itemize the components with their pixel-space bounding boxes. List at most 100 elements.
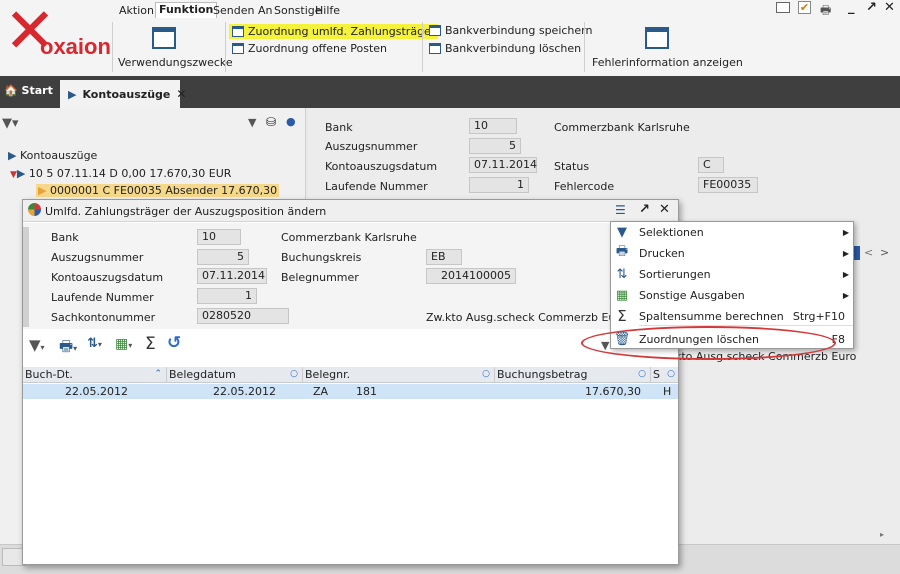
auszugsnummer-label: Auszugsnummer	[51, 251, 144, 264]
checklist-icon[interactable]: ✔	[798, 1, 811, 14]
belegnummer-field[interactable]: 2014100005	[426, 268, 516, 284]
sort-icon[interactable]: ○	[667, 367, 675, 382]
status-field[interactable]: C	[698, 157, 724, 173]
kontoauszugsdatum-label: Kontoauszugsdatum	[51, 271, 164, 284]
kontoauszugsdatum-field[interactable]: 07.11.2014	[197, 268, 267, 284]
zuordnung-offene-button[interactable]: Zuordnung offene Posten	[232, 42, 387, 55]
menu-item-sonstige-ausgaben[interactable]: ▦ Sonstige Ausgaben ▶	[611, 285, 853, 305]
laufende-nummer-label: Laufende Nummer	[51, 291, 154, 304]
refresh-icon[interactable]: ↺	[167, 333, 181, 353]
printer-icon[interactable]: 🖶▾	[59, 336, 77, 361]
filter-icon[interactable]: ▼▾	[29, 336, 45, 354]
mail-icon[interactable]	[776, 2, 790, 13]
col-belegnr[interactable]: Belegnr. ○	[303, 367, 495, 383]
dialog-form: Bank 10 Commerzbank Karlsruhe Auszugsnum…	[23, 223, 678, 329]
print-icon[interactable]: 🖶	[820, 1, 831, 22]
fehlercode-field[interactable]: FE00035	[698, 177, 758, 193]
menu-senden-an[interactable]: Senden An	[213, 4, 272, 18]
fehlercode-label: Fehlercode	[554, 180, 615, 193]
dialog-titlebar: Umlfd. Zahlungsträger der Auszugspositio…	[23, 200, 678, 222]
laufende-nummer-field[interactable]: 1	[469, 177, 529, 193]
buchungskreis-field[interactable]: EB	[426, 249, 462, 265]
maximize-icon[interactable]: ↗	[639, 202, 650, 217]
laufende-nummer-field[interactable]: 1	[197, 288, 257, 304]
window-icon	[429, 43, 441, 54]
sachkontonummer-label: Sachkontonummer	[51, 311, 156, 324]
bank-label: Bank	[51, 231, 79, 244]
verwendungszwecke-button[interactable]: Verwendungszwecke	[118, 56, 233, 69]
scrollbar[interactable]	[23, 227, 29, 327]
list-icon[interactable]: ☰	[615, 203, 626, 217]
tab-start[interactable]: 🏠 Start	[4, 84, 53, 97]
table-row[interactable]: 22.05.2012 22.05.2012 ZA 181 17.670,30 H	[23, 384, 678, 399]
maximize-icon[interactable]: ↗	[866, 0, 877, 15]
bank-field[interactable]: 10	[197, 229, 241, 245]
zuordnung-umlfd-button[interactable]: Zuordnung umlfd. Zahlungsträger	[229, 24, 439, 39]
tree-node[interactable]: ▼▶ 10 5 07.11.14 D 0,00 17.670,30 EUR	[10, 167, 231, 180]
auszugsnummer-field[interactable]: 5	[469, 138, 521, 154]
menu-item-spaltensumme[interactable]: Σ Spaltensumme berechnen Strg+F10	[611, 306, 853, 326]
menu-hilfe[interactable]: Hilfe	[315, 4, 340, 18]
tree-root[interactable]: ▶ Kontoauszüge	[8, 149, 97, 162]
menu-item-selektionen[interactable]: ▼ Selektionen ▶	[611, 222, 853, 242]
kontoauszugsdatum-field[interactable]: 07.11.2014	[469, 157, 537, 173]
window-icon	[152, 27, 176, 49]
window-icon	[232, 26, 244, 37]
menu-aktion[interactable]: Aktion	[119, 4, 154, 18]
col-belegdatum[interactable]: Belegdatum ○	[167, 367, 303, 383]
sort-icon[interactable]: ○	[638, 367, 646, 382]
bank-name: Commerzbank Karlsruhe	[281, 231, 417, 244]
menu-item-drucken[interactable]: 🖶 Drucken ▶	[611, 243, 853, 263]
export-icon: ▦	[615, 287, 629, 303]
kontoauszugsdatum-label: Kontoauszugsdatum	[325, 160, 438, 173]
cell-buch-dt: 22.05.2012	[65, 385, 128, 398]
binoculars-icon[interactable]: ⛁	[266, 115, 276, 129]
bankverbindung-speichern-button[interactable]: Bankverbindung speichern	[429, 24, 592, 37]
nav-prev-icon[interactable]: <	[864, 246, 873, 259]
sum-icon: Σ	[617, 307, 627, 325]
cell-belegnr: ZA 181	[313, 385, 378, 398]
fehlerinformation-button[interactable]: Fehlerinformation anzeigen	[592, 56, 743, 69]
bankverbindung-loeschen-button[interactable]: Bankverbindung löschen	[429, 42, 581, 55]
window-icon	[232, 43, 244, 54]
buchungskreis-label: Buchungskreis	[281, 251, 362, 264]
tree-node-selected[interactable]: ▶ 0000001 C FE00035 Absender 17.670,30	[36, 184, 280, 197]
dialog-title: Umlfd. Zahlungsträger der Auszugspositio…	[45, 205, 327, 218]
belegnummer-label: Belegnummer	[281, 271, 359, 284]
col-buch-dt[interactable]: Buch-Dt. ⌃	[23, 367, 167, 383]
sort-icon[interactable]: ⇅▾	[87, 336, 102, 351]
app-icon	[28, 203, 41, 216]
sachkonto-description: Zw.kto Ausg.scheck Commerzb Euro	[426, 311, 627, 324]
table-header: Buch-Dt. ⌃ Belegdatum ○ Belegnr. ○ Buchungs…	[23, 367, 678, 383]
laufende-nummer-label: Laufende Nummer	[325, 180, 428, 193]
sum-icon[interactable]: Σ	[145, 334, 156, 354]
bank-field[interactable]: 10	[469, 118, 517, 134]
col-buchungsbetrag[interactable]: Buchungsbetrag ○	[495, 367, 651, 383]
bank-name: Commerzbank Karlsruhe	[554, 121, 690, 134]
scroll-right-icon[interactable]: ▸	[880, 530, 884, 539]
sort-icon[interactable]: ○	[290, 367, 298, 382]
sort-icon[interactable]: ○	[482, 367, 490, 382]
col-s[interactable]: S ○	[651, 367, 678, 383]
sachkontonummer-field[interactable]: 0280520	[197, 308, 289, 324]
tab-kontoauszuege[interactable]: ▶ Kontoauszüge ✕	[60, 80, 186, 108]
menu-funktion[interactable]: Funktion	[155, 2, 218, 18]
cell-s: H	[663, 385, 672, 398]
collapse-icon: ▼	[10, 170, 17, 180]
close-icon[interactable]: ✕	[884, 0, 895, 15]
export-icon[interactable]: ▦▾	[115, 336, 132, 352]
menu-item-sortierungen[interactable]: ⇅ Sortierungen ▶	[611, 264, 853, 284]
close-icon[interactable]: ✕	[659, 202, 670, 217]
sort-asc-icon[interactable]: ⌃	[154, 367, 162, 382]
close-tab-icon[interactable]: ✕	[176, 87, 186, 101]
minimize-icon[interactable]: _	[848, 0, 855, 15]
highlight-ellipse	[581, 326, 836, 360]
nav-next-icon[interactable]: >	[880, 246, 889, 259]
filter-icon[interactable]: ▼▾	[2, 116, 19, 131]
expand-icon: ▶	[8, 149, 17, 162]
status-label: Status	[554, 160, 590, 173]
filter-icon[interactable]: ▼	[248, 116, 256, 129]
sort-icon: ⇅	[616, 266, 628, 282]
auszugsnummer-field[interactable]: 5	[197, 249, 249, 265]
dot-icon[interactable]: ●	[286, 115, 296, 128]
